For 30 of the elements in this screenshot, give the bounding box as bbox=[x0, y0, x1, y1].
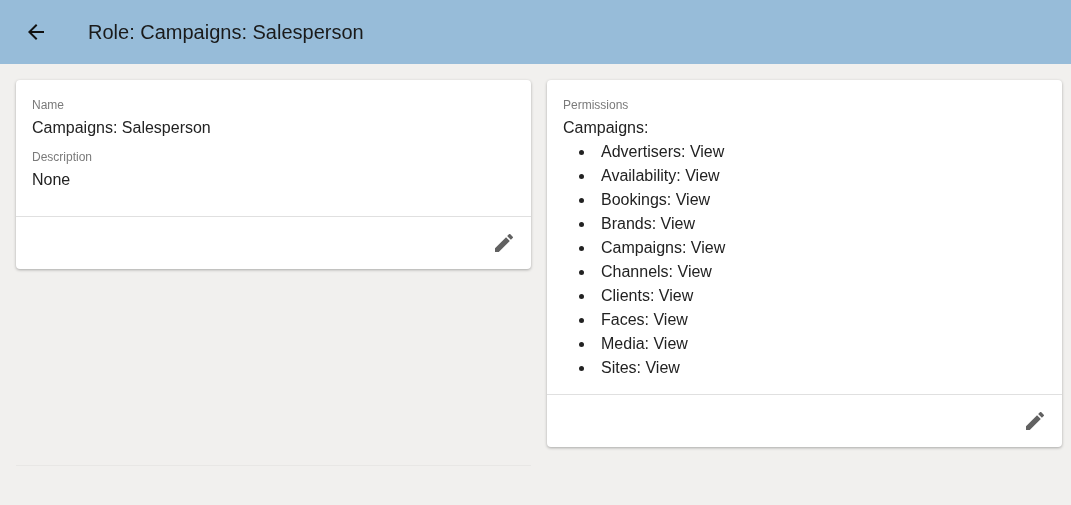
bullet-icon bbox=[579, 197, 584, 203]
permission-item: Clients: View bbox=[601, 286, 694, 306]
bullet-icon bbox=[579, 341, 584, 347]
field-value: None bbox=[32, 170, 72, 190]
bullet-icon bbox=[579, 365, 584, 371]
permission-item: Channels: View bbox=[601, 262, 712, 282]
permission-item: Brands: View bbox=[601, 214, 695, 234]
edit-icon bbox=[1026, 412, 1044, 430]
permission-item: Availability: View bbox=[601, 166, 720, 186]
permission-item: Sites: View bbox=[601, 358, 680, 378]
bullet-icon bbox=[579, 245, 584, 251]
permission-item: Bookings: View bbox=[601, 190, 711, 210]
bullet-icon bbox=[579, 293, 584, 299]
edit-icon bbox=[495, 234, 513, 252]
bullet-icon bbox=[579, 173, 584, 179]
field-value: Campaigns: Salesperson bbox=[32, 118, 212, 138]
bullet-icon bbox=[579, 149, 584, 155]
permission-item: Advertisers: View bbox=[601, 142, 725, 162]
permission-group: Campaigns: bbox=[563, 116, 1046, 140]
back-arrow-icon bbox=[28, 24, 44, 40]
field-label: Permissions bbox=[563, 98, 630, 112]
permission-item: Faces: View bbox=[601, 310, 688, 330]
field-label: Name bbox=[32, 98, 65, 112]
bullet-icon bbox=[579, 221, 584, 227]
permission-item: Campaigns: View bbox=[601, 238, 726, 258]
bullet-icon bbox=[579, 317, 584, 323]
field-label: Description bbox=[32, 150, 94, 164]
bullet-icon bbox=[579, 269, 584, 275]
page-title: Role: Campaigns: Salesperson bbox=[88, 20, 364, 44]
permission-item: Media: View bbox=[601, 334, 688, 354]
